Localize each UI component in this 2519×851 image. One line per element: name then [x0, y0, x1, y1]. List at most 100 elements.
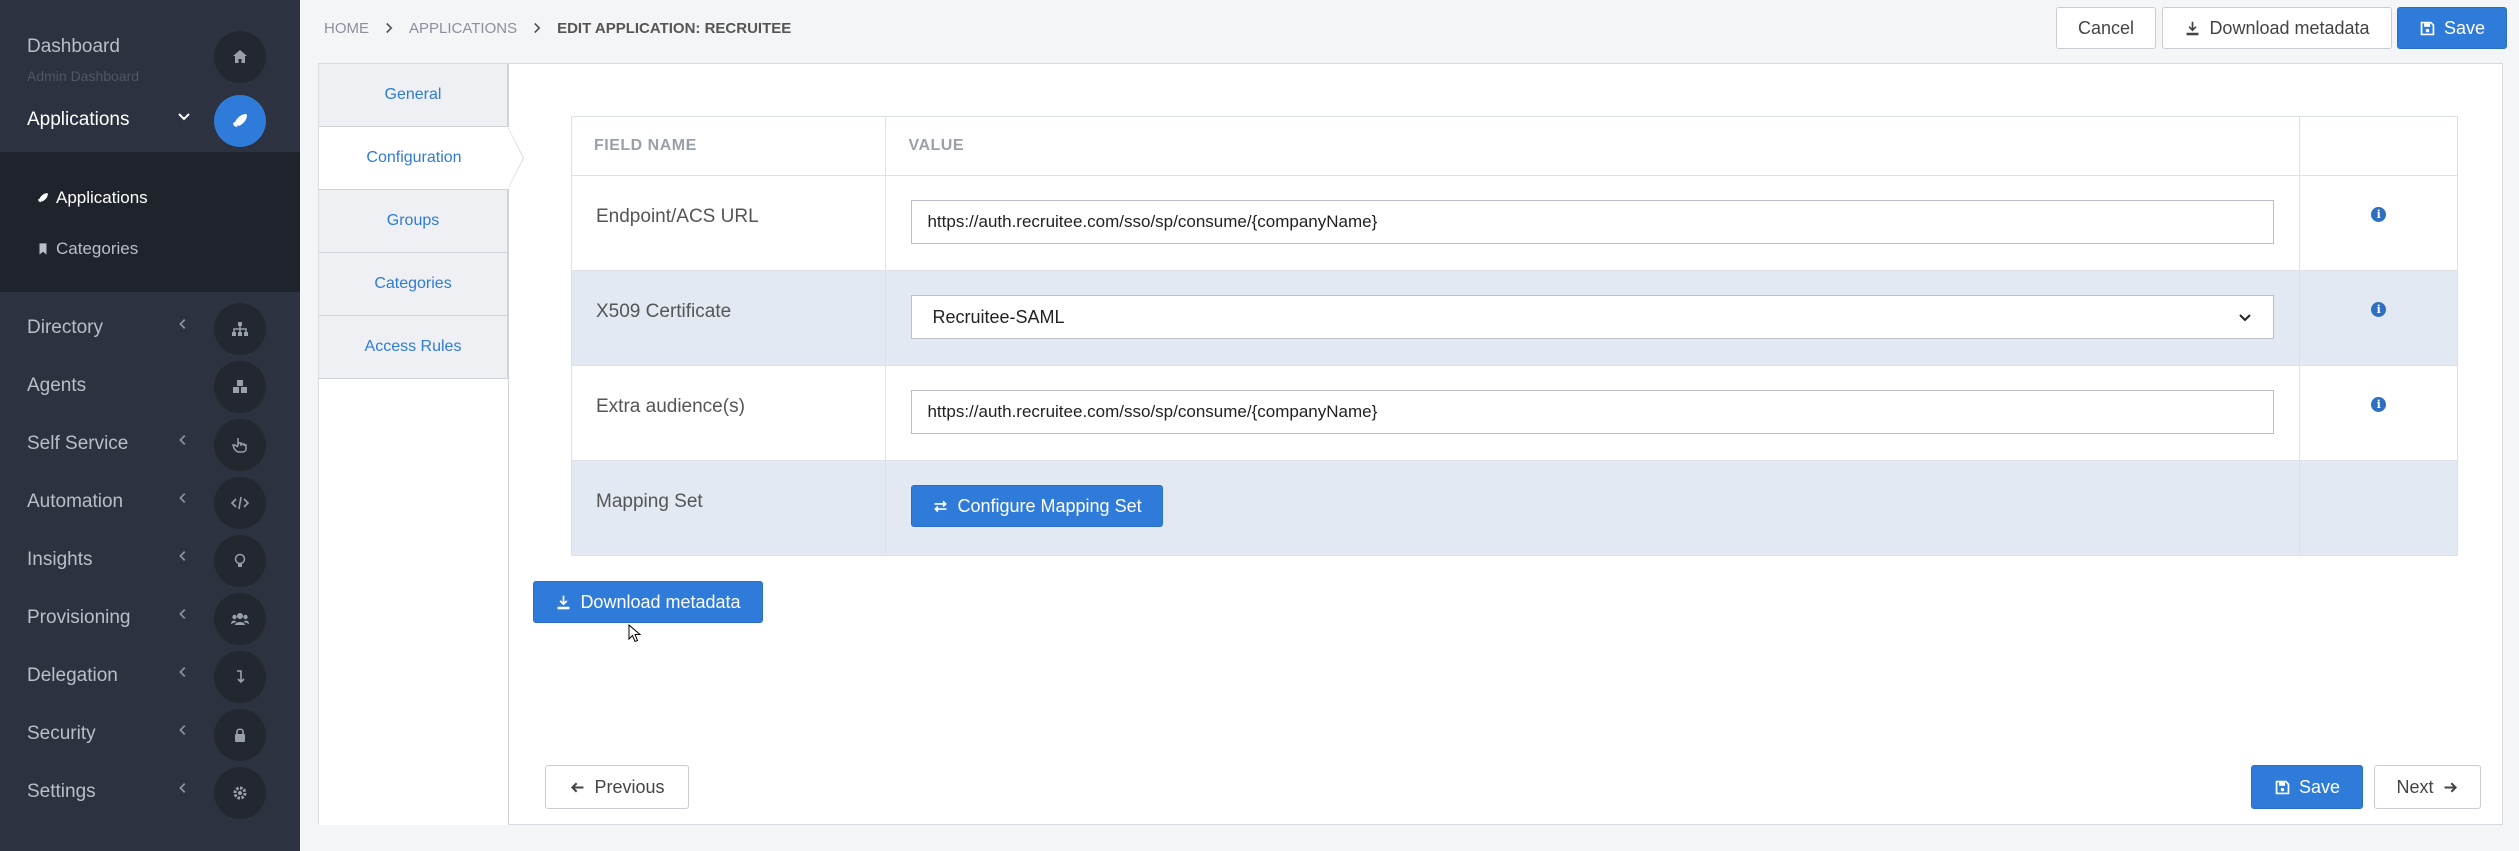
- table-header-row: FIELD NAME VALUE: [570, 116, 2458, 176]
- configure-mapping-set-button[interactable]: Configure Mapping Set: [911, 485, 1163, 527]
- cubes-icon[interactable]: [214, 361, 266, 413]
- nav-directory-label: Directory: [27, 317, 104, 338]
- exchange-icon: [934, 500, 948, 512]
- nav-provisioning[interactable]: Provisioning: [0, 590, 300, 648]
- value-cell: Recruitee-SAML: [885, 270, 2301, 366]
- chevron-right-icon: [383, 21, 395, 37]
- tab-access-rules[interactable]: Access Rules: [319, 316, 508, 379]
- nav-security[interactable]: Security: [0, 706, 300, 764]
- breadcrumb: HOME APPLICATIONS EDIT APPLICATION: RECR…: [324, 20, 791, 37]
- nav-dashboard-label: Dashboard: [27, 36, 120, 57]
- info-cell: [2299, 460, 2458, 556]
- download-metadata-label: Download metadata: [580, 591, 741, 612]
- info-icon[interactable]: i: [2371, 302, 2387, 317]
- info-icon[interactable]: i: [2371, 397, 2387, 412]
- top-bar: HOME APPLICATIONS EDIT APPLICATION: RECR…: [300, 0, 2519, 58]
- breadcrumb-applications[interactable]: APPLICATIONS: [409, 20, 517, 37]
- x509-certificate-select[interactable]: Recruitee-SAML: [911, 295, 2275, 339]
- download-metadata-label: Download metadata: [2209, 17, 2370, 38]
- nav-directory[interactable]: Directory: [0, 300, 300, 358]
- tab-categories[interactable]: Categories: [319, 253, 508, 316]
- chevron-left-icon: [176, 607, 190, 626]
- gear-icon[interactable]: [214, 767, 266, 819]
- info-cell: i: [2299, 270, 2458, 366]
- chevron-down-icon: [176, 109, 192, 130]
- previous-button[interactable]: Previous: [545, 765, 689, 809]
- column-header-field-name: FIELD NAME: [570, 116, 887, 176]
- mouse-cursor-icon: [628, 624, 642, 643]
- tab-label: Access Rules: [364, 338, 462, 355]
- nav-applications-label: Applications: [27, 109, 130, 130]
- rocket-icon[interactable]: [214, 95, 266, 147]
- chevron-left-icon: [176, 433, 190, 452]
- tab-general[interactable]: General: [319, 64, 508, 127]
- sidebar: Dashboard Admin Dashboard Applications A…: [0, 0, 300, 851]
- chevron-left-icon: [176, 723, 190, 742]
- submenu-item-applications[interactable]: Applications: [36, 188, 148, 208]
- bookmark-icon: [39, 243, 47, 255]
- save-button[interactable]: Save: [2251, 765, 2363, 809]
- chevron-left-icon: [176, 781, 190, 800]
- field-name-mapping-set: Mapping Set: [570, 460, 887, 556]
- table-row: Extra audience(s) i: [570, 365, 2458, 461]
- nav-delegation[interactable]: Delegation: [0, 648, 300, 706]
- level-down-icon[interactable]: [214, 651, 266, 703]
- main-panel: General Configuration Groups Categories …: [318, 63, 2503, 825]
- info-icon[interactable]: i: [2371, 207, 2387, 222]
- rocket-icon: [38, 193, 48, 203]
- extra-audiences-input[interactable]: [911, 390, 2275, 434]
- column-header-value: VALUE: [885, 116, 2301, 176]
- table-row: X509 Certificate Recruitee-SAML i: [570, 270, 2458, 366]
- submenu-item-label: Applications: [56, 188, 148, 207]
- chevron-left-icon: [176, 549, 190, 568]
- nav-automation[interactable]: Automation: [0, 474, 300, 532]
- home-icon[interactable]: [214, 31, 266, 83]
- x509-certificate-selected-value: Recruitee-SAML: [932, 306, 1065, 327]
- lightbulb-icon[interactable]: [214, 535, 266, 587]
- value-cell: [885, 365, 2301, 461]
- endpoint-acs-url-input[interactable]: [911, 200, 2275, 244]
- configuration-table: FIELD NAME VALUE Endpoint/ACS URL i X509…: [570, 116, 2458, 556]
- info-cell: i: [2299, 175, 2458, 271]
- breadcrumb-current: EDIT APPLICATION: RECRUITEE: [557, 20, 792, 37]
- breadcrumb-home[interactable]: HOME: [324, 20, 369, 37]
- field-name-endpoint-acs-url: Endpoint/ACS URL: [570, 175, 887, 271]
- field-name-x509-certificate: X509 Certificate: [570, 270, 887, 366]
- chevron-left-icon: [176, 491, 190, 510]
- users-icon[interactable]: [214, 593, 266, 645]
- submenu-item-categories[interactable]: Categories: [36, 239, 138, 259]
- save-icon: [2420, 21, 2435, 35]
- nav-agents-label: Agents: [27, 375, 87, 396]
- value-cell: [885, 175, 2301, 271]
- sitemap-icon[interactable]: [214, 303, 266, 355]
- download-metadata-button[interactable]: Download metadata: [2162, 7, 2392, 49]
- tab-configuration[interactable]: Configuration: [319, 127, 524, 190]
- cancel-button-label: Cancel: [2077, 17, 2135, 38]
- nav-applications[interactable]: Applications: [0, 92, 300, 150]
- chevron-down-icon: [2239, 314, 2252, 322]
- chevron-right-icon: [531, 21, 543, 37]
- tab-groups[interactable]: Groups: [319, 190, 508, 253]
- code-icon[interactable]: [214, 477, 266, 529]
- chevron-left-icon: [176, 665, 190, 684]
- nav-agents[interactable]: Agents: [0, 358, 300, 416]
- arrow-left-icon: [571, 782, 584, 792]
- info-cell: i: [2299, 365, 2458, 461]
- submenu-item-label: Categories: [56, 239, 139, 258]
- nav-security-label: Security: [27, 723, 96, 744]
- nav-settings[interactable]: Settings: [0, 764, 300, 822]
- nav-dashboard-sublabel: Admin Dashboard: [27, 68, 140, 84]
- previous-button-label: Previous: [594, 776, 665, 797]
- nav-self-service[interactable]: Self Service: [0, 416, 300, 474]
- nav-delegation-label: Delegation: [27, 665, 118, 686]
- next-button[interactable]: Next: [2374, 765, 2481, 809]
- applications-submenu: Applications Categories: [0, 152, 300, 292]
- save-button[interactable]: Save: [2397, 7, 2507, 49]
- nav-insights[interactable]: Insights: [0, 532, 300, 590]
- lock-icon[interactable]: [214, 709, 266, 761]
- download-metadata-button[interactable]: Download metadata: [533, 581, 763, 623]
- tab-active-indicator-fill: [508, 128, 523, 188]
- hand-pointer-icon[interactable]: [214, 419, 266, 471]
- tab-label: Categories: [374, 275, 452, 292]
- cancel-button[interactable]: Cancel: [2056, 7, 2156, 49]
